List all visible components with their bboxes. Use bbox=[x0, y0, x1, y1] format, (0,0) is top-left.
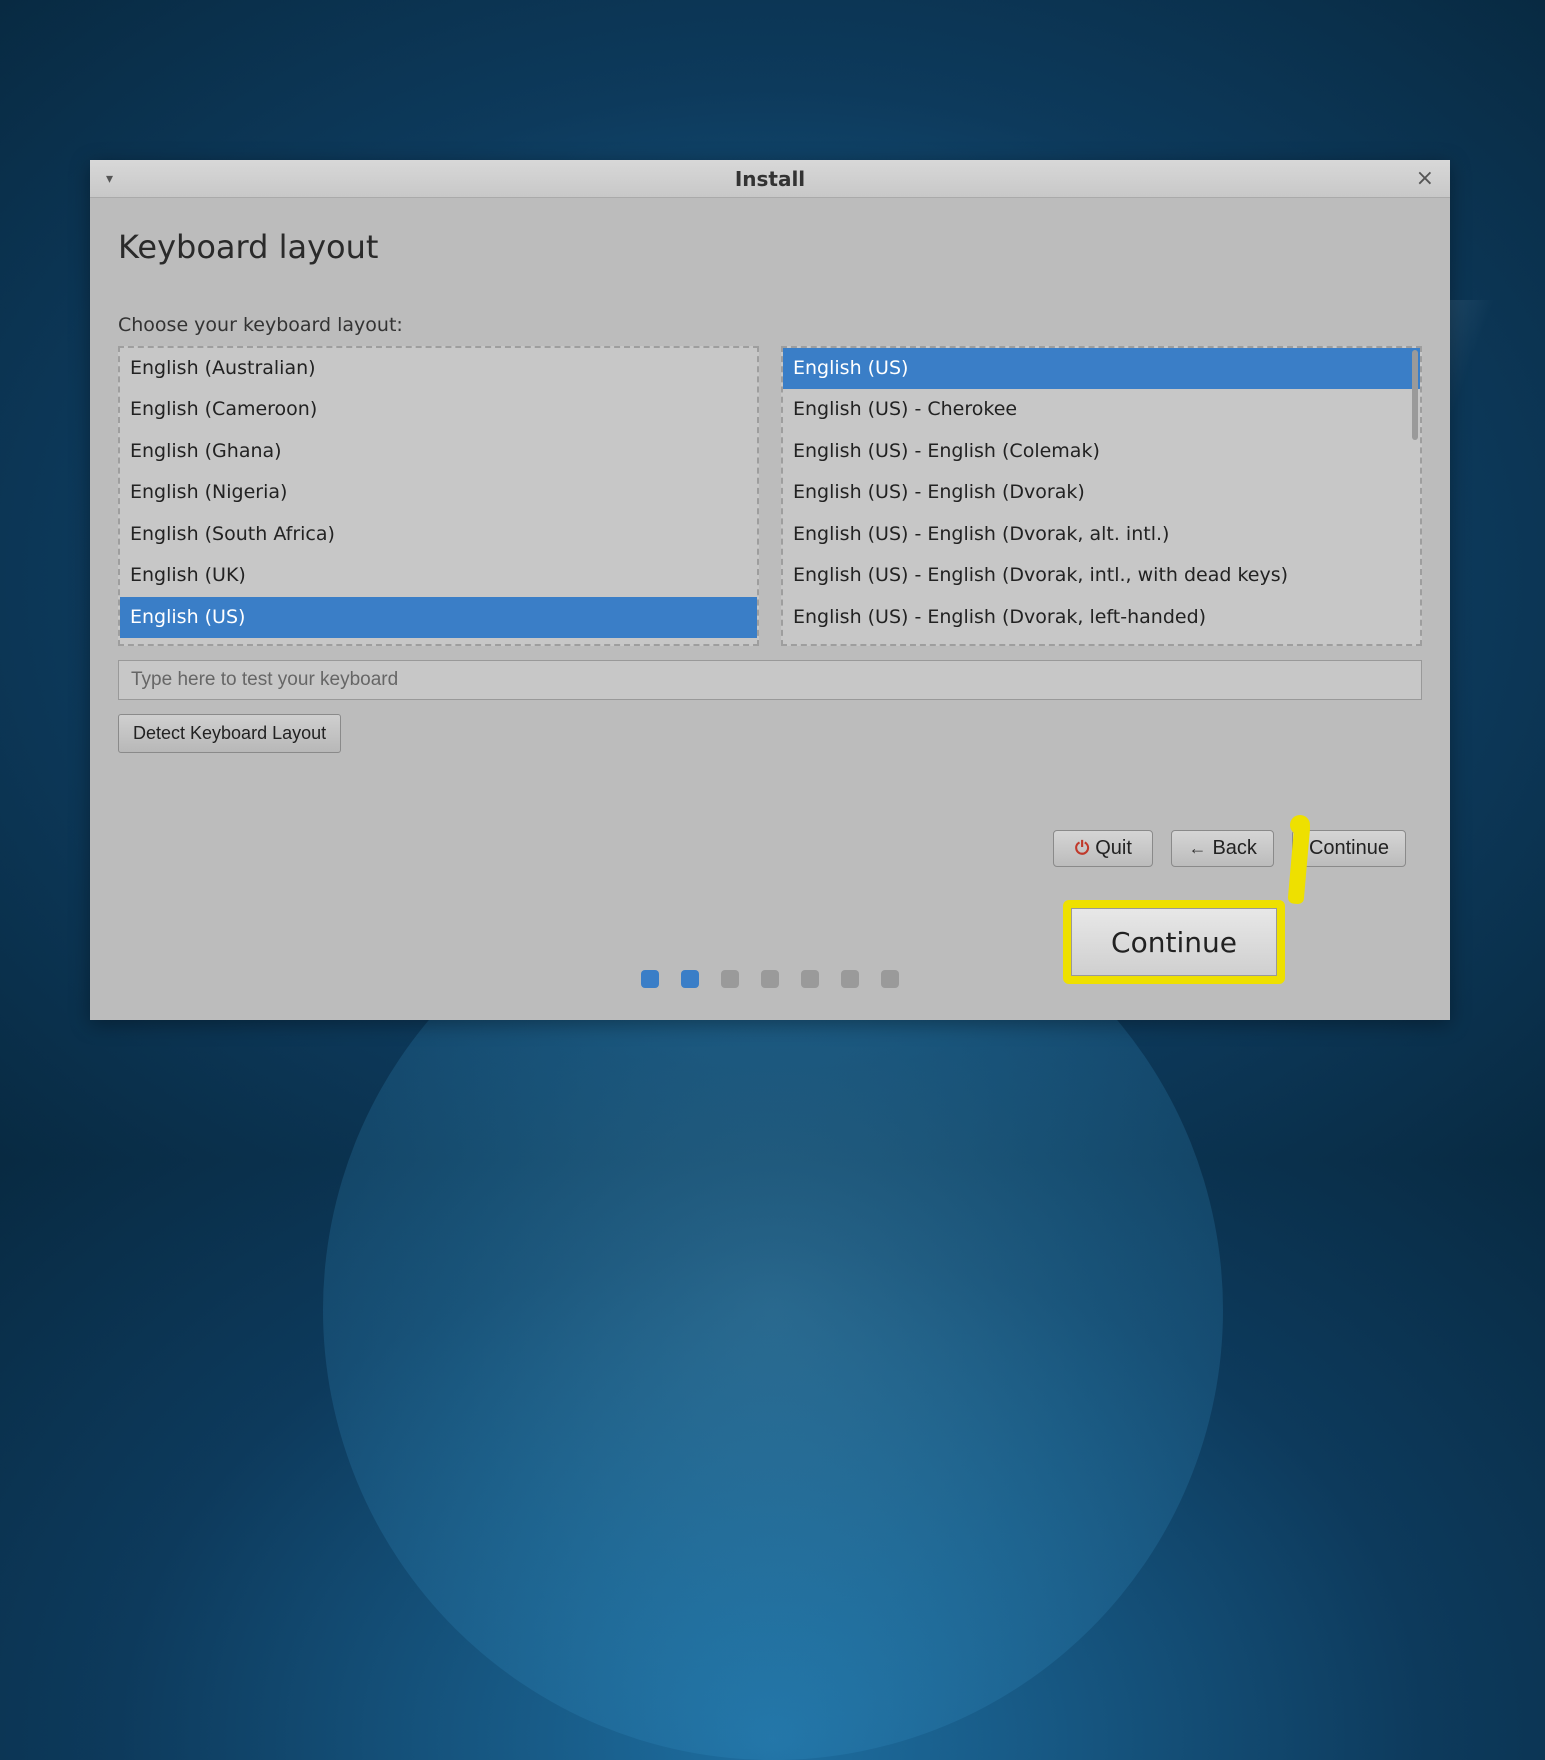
step-pager bbox=[641, 970, 899, 988]
close-icon[interactable]: × bbox=[1416, 168, 1434, 190]
window-menu-icon[interactable]: ▾ bbox=[106, 171, 113, 187]
list-item[interactable]: English (US) bbox=[120, 597, 757, 638]
titlebar: ▾ Install × bbox=[90, 160, 1450, 198]
list-item[interactable]: English (Australian) bbox=[120, 348, 757, 389]
window-title: Install bbox=[735, 167, 805, 191]
list-item[interactable]: English (US) - Cherokee bbox=[783, 389, 1420, 430]
pager-dot[interactable] bbox=[761, 970, 779, 988]
list-item[interactable]: English (US) bbox=[783, 348, 1420, 389]
page-title: Keyboard layout bbox=[118, 228, 1422, 266]
layout-variant-list[interactable]: English (US)English (US) - CherokeeEngli… bbox=[781, 346, 1422, 646]
back-label: Back bbox=[1212, 837, 1256, 860]
list-item[interactable]: Esperanto bbox=[120, 638, 757, 644]
power-icon: ⏻ bbox=[1075, 838, 1089, 859]
callout-continue: Continue bbox=[1063, 900, 1285, 984]
callout-label: Continue bbox=[1111, 926, 1237, 959]
list-item[interactable]: English (South Africa) bbox=[120, 514, 757, 555]
callout-dot bbox=[1290, 815, 1310, 835]
continue-label: Continue bbox=[1309, 837, 1389, 860]
list-item[interactable]: English (US) - English (Dvorak, alt. int… bbox=[783, 514, 1420, 555]
detect-layout-button[interactable]: Detect Keyboard Layout bbox=[118, 714, 341, 753]
list-item[interactable]: English (US) - English (Dvorak, left-han… bbox=[783, 597, 1420, 638]
list-item[interactable]: English (Nigeria) bbox=[120, 472, 757, 513]
list-item[interactable]: English (US) - English (Dvorak, intl., w… bbox=[783, 555, 1420, 596]
nav-buttons: ⏻ Quit ← Back Continue bbox=[1053, 830, 1406, 867]
back-button[interactable]: ← Back bbox=[1171, 830, 1273, 867]
arrow-left-icon: ← bbox=[1188, 838, 1206, 859]
layout-family-list[interactable]: English (Australian)English (Cameroon)En… bbox=[118, 346, 759, 646]
pager-dot[interactable] bbox=[641, 970, 659, 988]
list-item[interactable]: English (US) - English (Dvorak, right-ha… bbox=[783, 638, 1420, 644]
pager-dot[interactable] bbox=[841, 970, 859, 988]
keyboard-test-input[interactable] bbox=[118, 660, 1422, 700]
window-content: Keyboard layout Choose your keyboard lay… bbox=[90, 198, 1450, 1020]
list-item[interactable]: English (US) - English (Dvorak) bbox=[783, 472, 1420, 513]
layout-lists: English (Australian)English (Cameroon)En… bbox=[118, 346, 1422, 646]
layout-prompt: Choose your keyboard layout: bbox=[118, 314, 1422, 336]
list-item[interactable]: English (US) - English (Colemak) bbox=[783, 431, 1420, 472]
pager-dot[interactable] bbox=[681, 970, 699, 988]
install-window: ▾ Install × Keyboard layout Choose your … bbox=[90, 160, 1450, 1020]
pager-dot[interactable] bbox=[801, 970, 819, 988]
list-item[interactable]: English (UK) bbox=[120, 555, 757, 596]
pager-dot[interactable] bbox=[881, 970, 899, 988]
quit-label: Quit bbox=[1095, 837, 1132, 860]
list-item[interactable]: English (Ghana) bbox=[120, 431, 757, 472]
pager-dot[interactable] bbox=[721, 970, 739, 988]
list-item[interactable]: English (Cameroon) bbox=[120, 389, 757, 430]
scrollbar[interactable] bbox=[1412, 350, 1418, 440]
quit-button[interactable]: ⏻ Quit bbox=[1053, 830, 1153, 867]
